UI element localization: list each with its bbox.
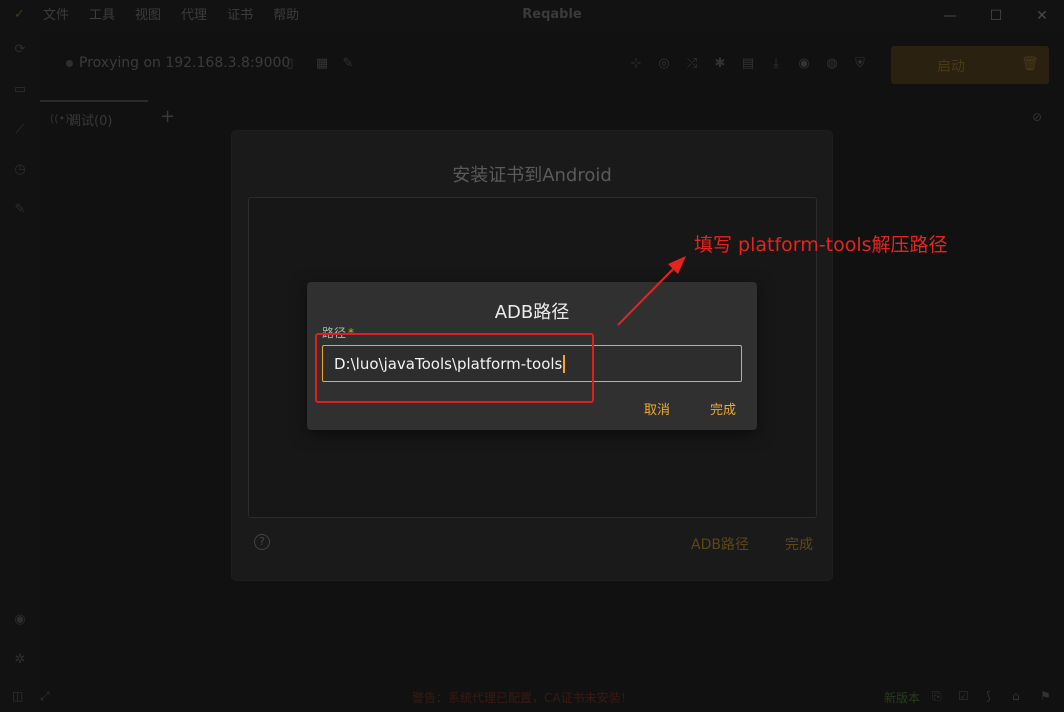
annotation-arrow <box>617 256 686 326</box>
app-window: ✓ 文件 工具 视图 代理 证书 帮助 Reqable — ☐ ✕ ⟳ ▭ ⟋ … <box>0 0 1064 712</box>
annotation-text: 填写 platform-tools解压路径 <box>694 234 948 256</box>
